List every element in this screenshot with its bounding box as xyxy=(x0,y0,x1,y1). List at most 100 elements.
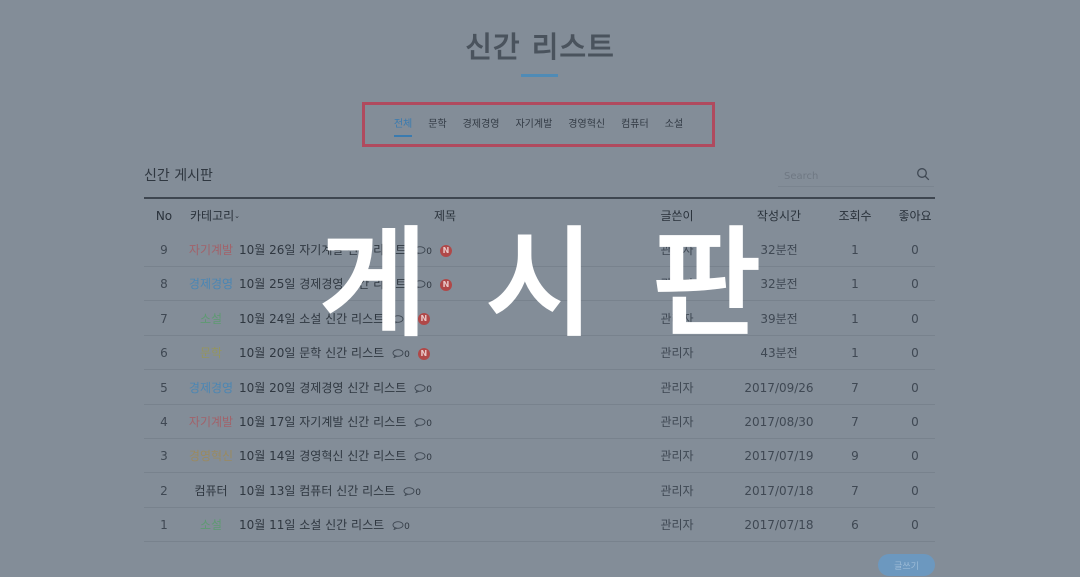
table-row[interactable]: 9 자기계발 10월 26일 자기계발 신간 리스트 0 N 관리자 32분전 1 0 xyxy=(144,233,935,267)
row-title-link[interactable]: 10월 24일 소설 신간 리스트 xyxy=(239,312,384,326)
row-title-link[interactable]: 10월 25일 경제경영 신간 리스트 xyxy=(239,277,406,291)
table-row[interactable]: 4 자기계발 10월 17일 자기계발 신간 리스트 0 관리자 2017/08/30 7 0 xyxy=(144,405,935,439)
row-likes: 0 xyxy=(911,483,919,498)
row-likes: 0 xyxy=(911,415,919,429)
new-badge: N xyxy=(417,347,430,360)
row-time: 2017/07/18 xyxy=(744,483,814,498)
row-title-cell: 10월 24일 소설 신간 리스트 0 N xyxy=(239,302,430,335)
row-category[interactable]: 경제경영 xyxy=(186,371,236,404)
tab-all[interactable]: 전체 xyxy=(386,115,420,137)
search-icon[interactable] xyxy=(916,167,930,181)
row-views: 9 xyxy=(851,449,859,464)
write-button[interactable]: 글쓰기 xyxy=(878,554,935,576)
row-category[interactable]: 컴퓨터 xyxy=(186,474,236,507)
comment-count: 0 xyxy=(426,453,432,464)
row-category[interactable]: 소설 xyxy=(186,302,236,335)
header-category[interactable]: 카테고리⌄ xyxy=(190,199,240,233)
row-category[interactable]: 자기계발 xyxy=(186,233,236,266)
row-title-cell: 10월 20일 문학 신간 리스트 0 N xyxy=(239,336,430,369)
comment-count: 0 xyxy=(415,487,421,498)
row-title-link[interactable]: 10월 11일 소설 신간 리스트 xyxy=(239,518,384,532)
row-likes: 0 xyxy=(911,277,919,292)
row-category[interactable]: 자기계발 xyxy=(186,405,236,438)
row-time: 2017/09/26 xyxy=(744,380,814,395)
comment-count: 0 xyxy=(404,350,410,361)
header-author: 글쓴이 xyxy=(660,209,694,223)
table-row[interactable]: 8 경제경영 10월 25일 경제경영 신간 리스트 0 N 관리자 32분전 1 0 xyxy=(144,267,935,302)
row-title-link[interactable]: 10월 26일 자기계발 신간 리스트 xyxy=(239,243,406,257)
tab-self-development[interactable]: 자기계발 xyxy=(507,115,560,135)
row-likes: 0 xyxy=(911,346,919,361)
row-time: 2017/07/18 xyxy=(744,518,814,533)
table-row[interactable]: 7 소설 10월 24일 소설 신간 리스트 0 N 관리자 39분전 1 0 xyxy=(144,302,935,336)
row-category[interactable]: 소설 xyxy=(186,508,236,541)
row-author: 관리자 xyxy=(660,483,694,498)
comment-icon xyxy=(414,452,426,462)
row-time: 32분전 xyxy=(760,277,798,292)
row-likes: 0 xyxy=(911,311,919,326)
row-no: 6 xyxy=(160,346,168,361)
row-views: 7 xyxy=(851,415,859,429)
comment-icon xyxy=(414,280,426,290)
row-no: 8 xyxy=(160,277,168,292)
comment-count: 0 xyxy=(426,419,432,429)
row-likes: 0 xyxy=(911,380,919,395)
row-title-cell: 10월 26일 자기계발 신간 리스트 0 N xyxy=(239,233,452,266)
table-row[interactable]: 3 경영혁신 10월 14일 경영혁신 신간 리스트 0 관리자 2017/07/19 9 0 xyxy=(144,439,935,474)
tab-economics[interactable]: 경제경영 xyxy=(455,115,508,135)
tab-computer[interactable]: 컴퓨터 xyxy=(613,115,657,135)
row-time: 32분전 xyxy=(760,243,798,257)
row-title-link[interactable]: 10월 14일 경영혁신 신간 리스트 xyxy=(239,449,406,463)
new-badge: N xyxy=(417,313,430,326)
row-no: 1 xyxy=(160,518,168,533)
comment-icon xyxy=(403,487,415,496)
row-views: 1 xyxy=(851,311,859,326)
row-title-cell: 10월 14일 경영혁신 신간 리스트 0 xyxy=(239,439,432,472)
row-likes: 0 xyxy=(911,518,919,533)
header-time: 작성시간 xyxy=(756,209,802,223)
comment-icon xyxy=(392,521,404,531)
sort-caret-icon: ⌄ xyxy=(234,212,241,220)
comment-icon xyxy=(414,418,426,427)
page-title: 신간 리스트 xyxy=(465,30,615,64)
title-underline xyxy=(521,74,558,77)
row-time: 43분전 xyxy=(760,346,798,361)
tab-literature[interactable]: 문학 xyxy=(420,115,454,135)
table-row[interactable]: 5 경제경영 10월 20일 경제경영 신간 리스트 0 관리자 2017/09/26 7 0 xyxy=(144,371,935,405)
search-input[interactable] xyxy=(782,166,906,186)
row-views: 1 xyxy=(851,243,859,257)
row-time: 2017/08/30 xyxy=(744,415,814,429)
table-row[interactable]: 1 소설 10월 11일 소설 신간 리스트 0 관리자 2017/07/18 6 0 xyxy=(144,508,935,543)
row-no: 5 xyxy=(160,380,168,395)
new-badge: N xyxy=(439,278,452,291)
table-header: No 카테고리⌄ 제목 글쓴이 작성시간 조회수 좋아요 xyxy=(144,199,935,233)
tab-management-innovation[interactable]: 경영혁신 xyxy=(560,115,613,135)
row-title-cell: 10월 11일 소설 신간 리스트 0 xyxy=(239,508,410,541)
comment-icon xyxy=(414,246,426,255)
search-box xyxy=(778,163,934,187)
row-category[interactable]: 경영혁신 xyxy=(186,439,236,472)
row-title-link[interactable]: 10월 20일 문학 신간 리스트 xyxy=(239,346,384,360)
row-title-link[interactable]: 10월 20일 경제경영 신간 리스트 xyxy=(239,381,406,395)
comment-count: 0 xyxy=(426,384,432,395)
row-time: 39분전 xyxy=(760,311,798,326)
header-views: 조회수 xyxy=(838,209,872,223)
row-title-link[interactable]: 10월 17일 자기계발 신간 리스트 xyxy=(239,415,406,429)
row-category[interactable]: 경제경영 xyxy=(186,267,236,300)
header-no: No xyxy=(155,209,173,223)
row-author: 관리자 xyxy=(660,277,694,292)
row-category[interactable]: 문학 xyxy=(186,336,236,369)
row-likes: 0 xyxy=(911,243,919,257)
row-views: 7 xyxy=(851,380,859,395)
comment-count: 0 xyxy=(404,315,410,326)
comment-icon xyxy=(392,315,404,324)
comment-icon xyxy=(392,349,404,359)
row-author: 관리자 xyxy=(660,346,694,361)
row-views: 1 xyxy=(851,346,859,361)
new-badge: N xyxy=(439,244,452,257)
row-title-link[interactable]: 10월 13일 컴퓨터 신간 리스트 xyxy=(239,484,395,498)
table-row[interactable]: 2 컴퓨터 10월 13일 컴퓨터 신간 리스트 0 관리자 2017/07/18 7 0 xyxy=(144,474,935,508)
table-row[interactable]: 6 문학 10월 20일 문학 신간 리스트 0 N 관리자 43분전 1 0 xyxy=(144,336,935,371)
tab-novel[interactable]: 소설 xyxy=(657,115,691,135)
row-likes: 0 xyxy=(911,449,919,464)
